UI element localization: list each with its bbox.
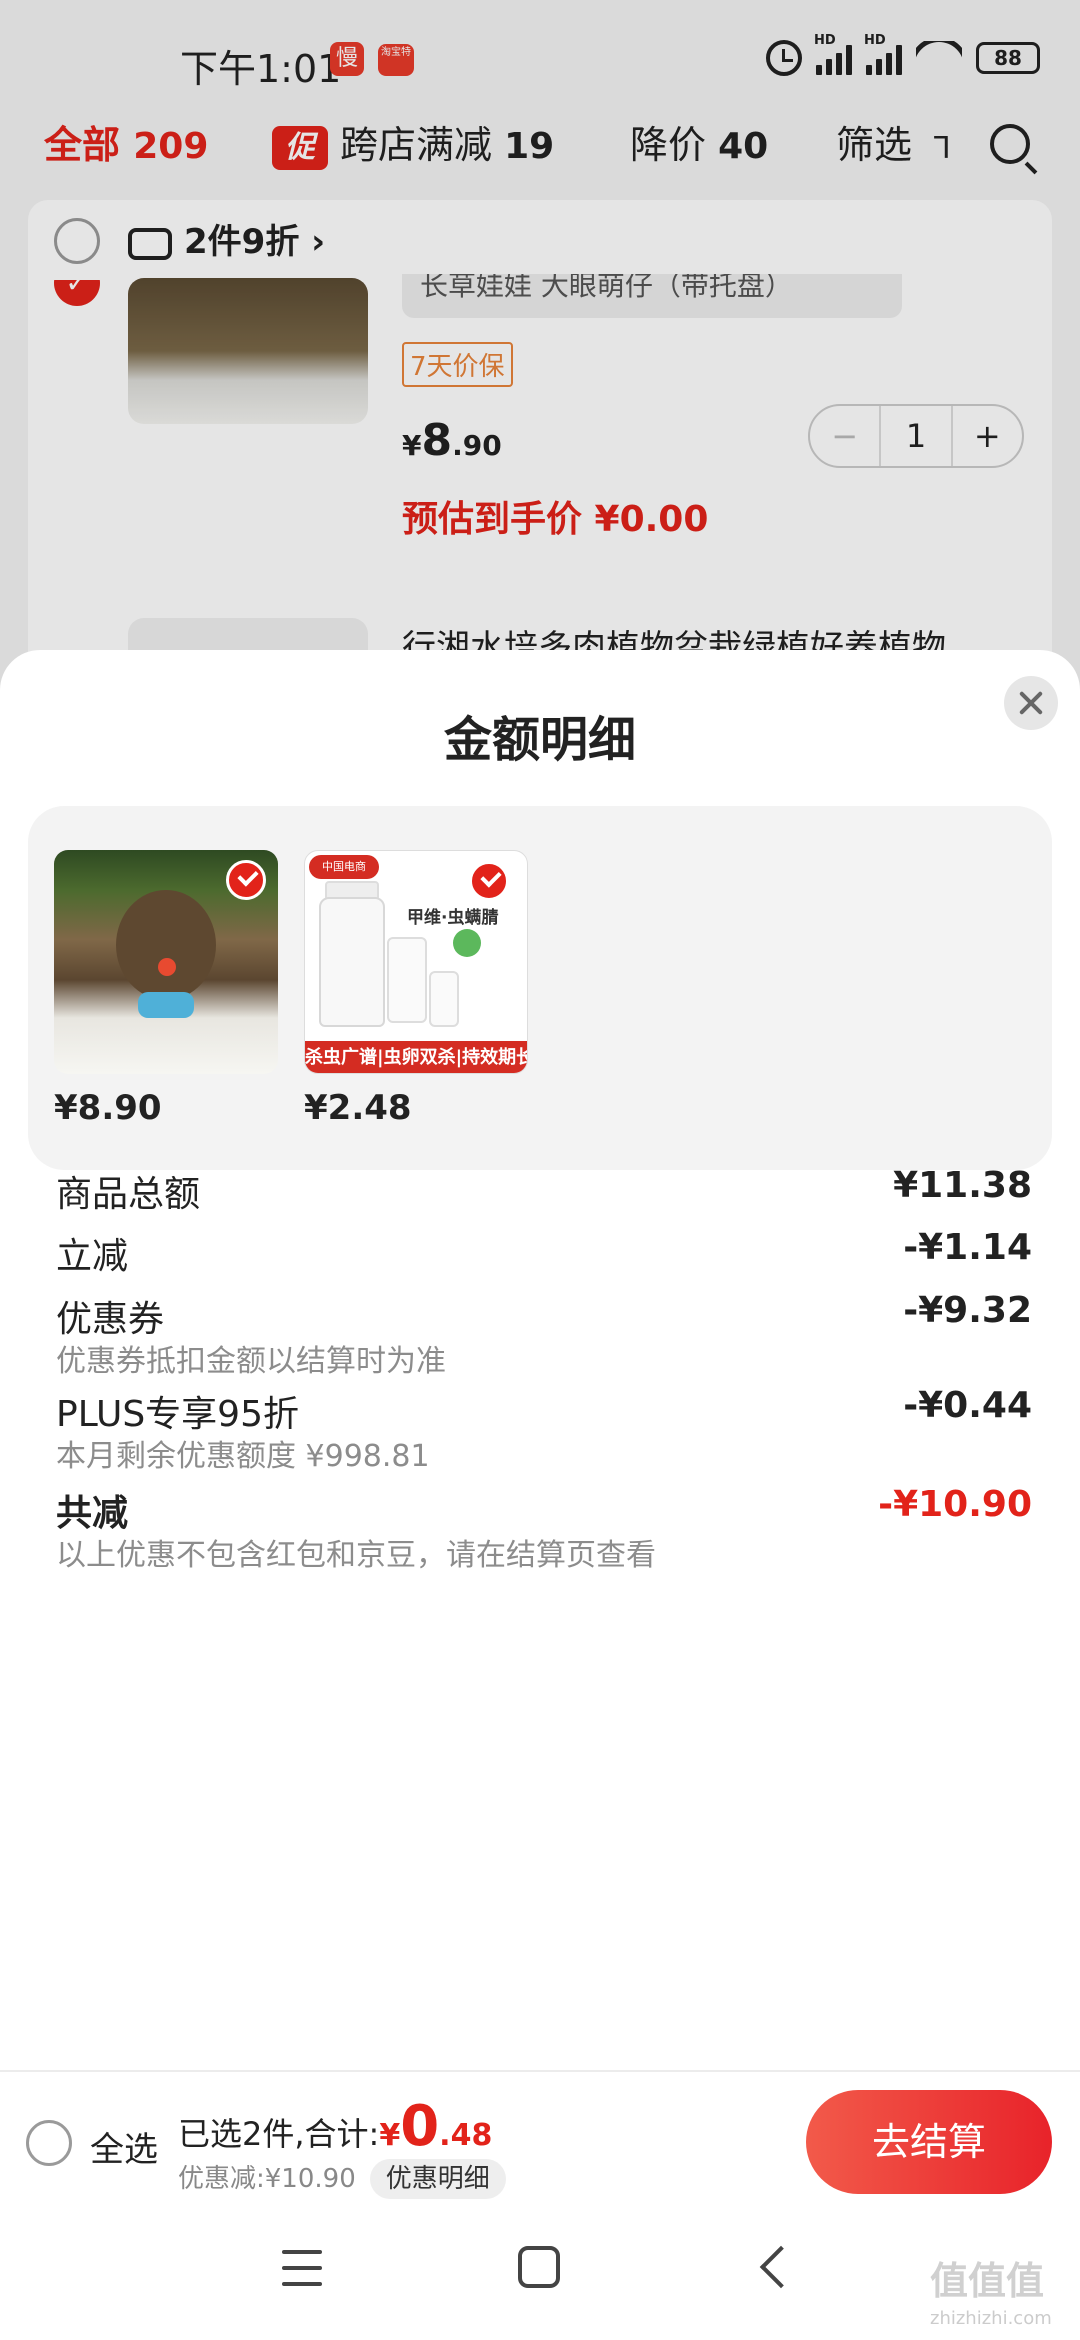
product-brand-text: 甲维·虫螨腈: [407, 908, 499, 928]
signal-icon-2: HD: [864, 33, 902, 75]
checkmark-icon: [469, 861, 509, 901]
variant-selector[interactable]: 长草娃娃 大眼萌仔（带托盘）: [402, 274, 902, 318]
row-coupon-value: -¥9.32: [903, 1290, 1032, 1331]
tab-all[interactable]: 全部 209: [44, 110, 208, 180]
row-goods-total-value: ¥11.38: [893, 1165, 1032, 1206]
group-select-checkbox[interactable]: [54, 218, 100, 264]
tab-cross-store[interactable]: 促跨店满减 19: [272, 110, 554, 180]
close-icon[interactable]: [1004, 676, 1058, 730]
status-bar: 下午1:01 慢 淘宝特 HD HD 88: [0, 0, 1080, 92]
bottle-large: [319, 897, 385, 1027]
doll-shape: [116, 890, 216, 1000]
select-all-checkbox[interactable]: [26, 2120, 72, 2166]
tab-filter-label: 筛选: [836, 123, 913, 167]
brand-logo: 中国电商: [309, 855, 379, 879]
row-total-discount-label: 共减: [56, 1493, 129, 1534]
group-discount-label: 2件9折 ›: [184, 222, 326, 262]
total-price: ¥0.48: [379, 2094, 493, 2159]
row-plus-label: PLUS专享95折: [56, 1394, 299, 1435]
selected-summary: 已选2件,合计:¥0.48: [178, 2094, 492, 2159]
row-total-discount-value: -¥10.90: [878, 1484, 1032, 1525]
price-protect-tag: 7天价保: [402, 342, 513, 387]
bottle-medium: [387, 937, 427, 1023]
tab-price-drop-count: 40: [718, 126, 769, 167]
estimated-price: 预估到手价 ¥0.00: [402, 499, 709, 540]
watermark-logo: 值值值: [930, 2259, 1045, 2303]
row-plus-value: -¥0.44: [903, 1385, 1032, 1426]
discount-detail-button[interactable]: 优惠明细: [369, 2159, 506, 2199]
tab-price-drop-label: 降价: [630, 123, 707, 167]
row-goods-total-label: 商品总额: [56, 1174, 201, 1215]
thumb-price-1: ¥8.90: [54, 1088, 162, 1128]
checkout-bar: 全选 已选2件,合计:¥0.48 优惠减:¥10.90 优惠明细 去结算: [0, 2070, 1080, 2210]
cart-page-background: 下午1:01 慢 淘宝特 HD HD 88 全部 209 促跨店满减 19 降价…: [0, 0, 1080, 720]
tab-cross-store-count: 19: [504, 126, 555, 167]
quantity-value[interactable]: 1: [879, 406, 953, 466]
app-notification-icon-2: 淘宝特: [378, 44, 414, 76]
wifi-icon: [916, 41, 962, 75]
item-thumb-grass-doll[interactable]: [54, 850, 278, 1074]
row-coupon-label: 优惠券: [56, 1299, 165, 1340]
alarm-icon: [766, 40, 802, 76]
row-plus-note: 本月剩余优惠额度 ¥998.81: [56, 1439, 430, 1474]
green-fruit-icon: [453, 929, 481, 957]
cart-shop-card: 2件9折 › ✓ 长草娃娃 大眼萌仔（带托盘） 7天价保 ¥8.90 − 1 +…: [28, 200, 1052, 720]
tab-all-count: 209: [133, 126, 209, 167]
system-nav-bar: [0, 2210, 1080, 2340]
signal-icon-1: HD: [814, 33, 852, 75]
filter-icon: ⅂: [934, 131, 951, 166]
row-coupon-note: 优惠券抵扣金额以结算时为准: [56, 1344, 446, 1379]
status-indicators: HD HD 88: [766, 33, 1040, 76]
amount-detail-sheet: 金额明细 ¥8.90 中国电商 甲维·虫螨腈 杀虫广谱|虫卵双杀|持效期长 ¥2…: [0, 650, 1080, 2070]
cart-filter-tabs: 全部 209 促跨店满减 19 降价 40 筛选 ⅂: [0, 110, 1080, 180]
checkout-button[interactable]: 去结算: [806, 2090, 1052, 2194]
item-price: ¥8.90: [402, 415, 502, 466]
discount-summary: 优惠减:¥10.90 优惠明细: [178, 2158, 506, 2199]
battery-icon: 88: [976, 42, 1040, 74]
tab-filter[interactable]: 筛选 ⅂: [836, 110, 951, 180]
tab-price-drop[interactable]: 降价 40: [630, 110, 768, 180]
selected-items-panel: ¥8.90 中国电商 甲维·虫螨腈 杀虫广谱|虫卵双杀|持效期长 ¥2.48: [28, 806, 1052, 1170]
basket-icon: [128, 227, 172, 260]
back-icon[interactable]: [759, 2245, 803, 2289]
status-time: 下午1:01: [180, 47, 342, 91]
row-total-discount-note: 以上优惠不包含红包和京豆，请在结算页查看: [56, 1538, 656, 1573]
doll-nose: [158, 958, 176, 976]
tab-cross-store-label: 跨店满减: [340, 123, 493, 167]
item-checked-icon[interactable]: ✓: [54, 280, 100, 306]
increase-button[interactable]: +: [953, 406, 1022, 466]
menu-icon[interactable]: [282, 2250, 322, 2286]
product-image-grass-doll[interactable]: [128, 278, 368, 424]
row-instant-discount-value: -¥1.14: [903, 1227, 1032, 1268]
item-thumb-pesticide[interactable]: 中国电商 甲维·虫螨腈 杀虫广谱|虫卵双杀|持效期长: [304, 850, 528, 1074]
tab-all-label: 全部: [44, 123, 121, 167]
app-notification-icon: 慢: [330, 42, 364, 76]
quantity-stepper: − 1 +: [808, 404, 1024, 468]
sheet-title: 金额明细: [443, 712, 636, 768]
decrease-button[interactable]: −: [810, 406, 879, 466]
home-icon[interactable]: [518, 2246, 560, 2288]
discount-amount-text: 优惠减:¥10.90: [178, 2164, 356, 2194]
watermark-url: zhizhizhi.com: [930, 2308, 1052, 2329]
product-banner: 杀虫广谱|虫卵双杀|持效期长: [305, 1041, 527, 1073]
doll-bow: [138, 992, 194, 1018]
group-discount-header[interactable]: 2件9折 ›: [128, 216, 325, 268]
promo-badge-icon: 促: [272, 125, 328, 170]
bottle-small: [429, 971, 459, 1027]
thumb-price-2: ¥2.48: [304, 1088, 412, 1128]
select-all-label[interactable]: 全选: [90, 2122, 158, 2171]
selected-count-text: 已选2件,合计:: [178, 2115, 380, 2153]
checkmark-icon: [226, 860, 266, 900]
search-icon[interactable]: [990, 124, 1030, 164]
row-instant-discount-label: 立减: [56, 1236, 129, 1277]
